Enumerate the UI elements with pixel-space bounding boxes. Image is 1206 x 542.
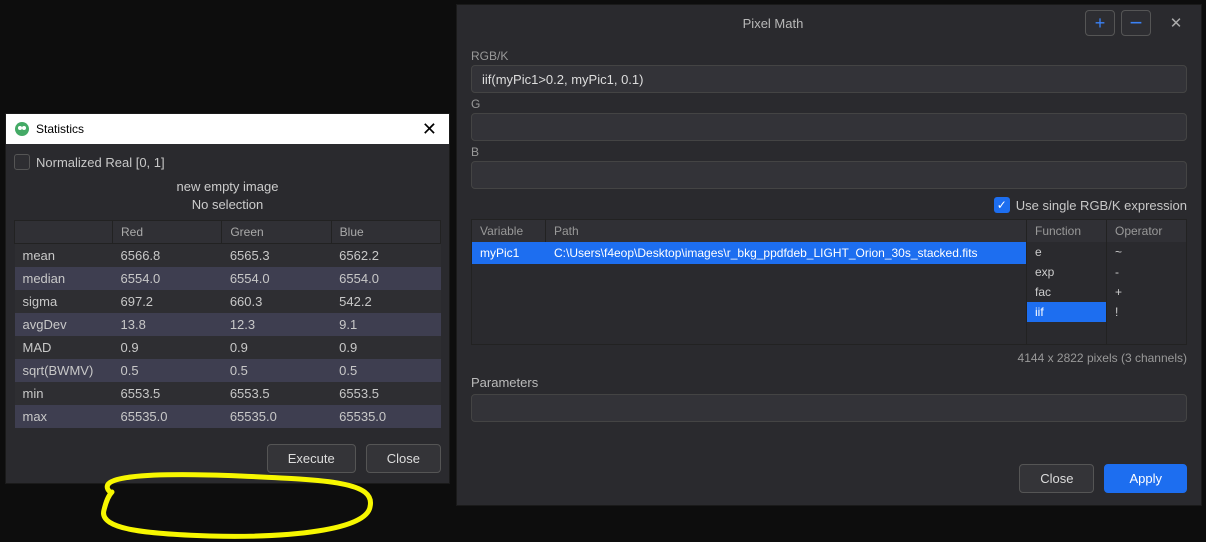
operator-item[interactable]: - [1107,262,1186,282]
col-green: Green [222,221,331,244]
function-item-selected[interactable]: iif [1027,302,1106,322]
operator-header: Operator [1107,220,1186,242]
function-item[interactable]: exp [1027,262,1106,282]
col-blue: Blue [331,221,440,244]
variable-path: C:\Users\f4eop\Desktop\images\r_bkg_ppdf… [546,242,1026,264]
statistics-table: Red Green Blue mean6566.86565.36562.2 me… [14,220,441,428]
col-path: Path [546,220,1026,242]
variables-header: Variable Path [472,220,1026,242]
table-row: max65535.065535.065535.0 [15,405,441,428]
table-row: sqrt(BWMV)0.50.50.5 [15,359,441,382]
close-button[interactable]: Close [1019,464,1094,493]
app-icon [14,121,30,137]
pixelmath-titlebar[interactable]: Pixel Math + − ✕ [457,5,1201,41]
pixelmath-footer: Close Apply [471,452,1187,505]
statistics-window: Statistics ✕ Normalized Real [0, 1] new … [5,113,450,484]
variables-empty-area [472,264,1026,344]
apply-button[interactable]: Apply [1104,464,1187,493]
rgbk-expression-input[interactable] [471,65,1187,93]
table-row: MAD0.90.90.9 [15,336,441,359]
parameters-input[interactable] [471,394,1187,422]
function-header: Function [1027,220,1106,242]
variables-panel: Variable Path myPic1 C:\Users\f4eop\Desk… [471,219,1187,345]
add-button[interactable]: + [1085,10,1115,36]
operator-item[interactable]: + [1107,282,1186,302]
image-dimensions: 4144 x 2822 pixels (3 channels) [471,345,1187,375]
close-button[interactable]: Close [366,444,441,473]
b-label: B [471,145,1187,159]
g-label: G [471,97,1187,111]
pixelmath-title: Pixel Math [467,16,1079,31]
normalized-real-checkbox-row[interactable]: Normalized Real [0, 1] [14,154,441,170]
use-single-rgbk-row[interactable]: ✓ Use single RGB/K expression [471,197,1187,213]
rgbk-label: RGB/K [471,49,1187,63]
table-row: avgDev13.812.39.1 [15,313,441,336]
col-empty [15,221,113,244]
statistics-body: Normalized Real [0, 1] new empty image N… [6,144,449,434]
g-expression-input[interactable] [471,113,1187,141]
function-item[interactable]: e [1027,242,1106,262]
close-icon[interactable]: ✕ [1161,10,1191,36]
checkbox-icon[interactable] [14,154,30,170]
use-single-rgbk-label: Use single RGB/K expression [1016,198,1187,213]
function-item[interactable]: fac [1027,282,1106,302]
operator-item[interactable]: ~ [1107,242,1186,262]
remove-button[interactable]: − [1121,10,1151,36]
table-row: min6553.56553.56553.5 [15,382,441,405]
parameters-label: Parameters [471,375,1187,390]
statistics-title: Statistics [36,122,418,136]
table-header-row: Red Green Blue [15,221,441,244]
operator-list: Operator ~ - + ! [1106,220,1186,344]
table-row: median6554.06554.06554.0 [15,267,441,290]
statistics-button-row: Execute Close [6,434,449,483]
close-icon[interactable]: ✕ [418,119,441,140]
table-row: sigma697.2660.3542.2 [15,290,441,313]
table-row: mean6566.86565.36562.2 [15,244,441,268]
statistics-subtitle1: new empty image [14,178,441,196]
pixelmath-window: Pixel Math + − ✕ RGB/K G B ✓ Use single … [456,4,1202,506]
col-variable: Variable [472,220,546,242]
normalized-real-label: Normalized Real [0, 1] [36,155,165,170]
col-red: Red [113,221,222,244]
execute-button[interactable]: Execute [267,444,356,473]
statistics-subtitle2: No selection [14,196,441,214]
variable-name: myPic1 [472,242,546,264]
b-expression-input[interactable] [471,161,1187,189]
pixelmath-body: RGB/K G B ✓ Use single RGB/K expression … [457,41,1201,505]
operator-item[interactable]: ! [1107,302,1186,322]
variables-list: Variable Path myPic1 C:\Users\f4eop\Desk… [472,220,1026,344]
function-list: Function e exp fac iif [1026,220,1106,344]
variable-row[interactable]: myPic1 C:\Users\f4eop\Desktop\images\r_b… [472,242,1026,264]
checkbox-checked-icon[interactable]: ✓ [994,197,1010,213]
statistics-titlebar[interactable]: Statistics ✕ [6,114,449,144]
